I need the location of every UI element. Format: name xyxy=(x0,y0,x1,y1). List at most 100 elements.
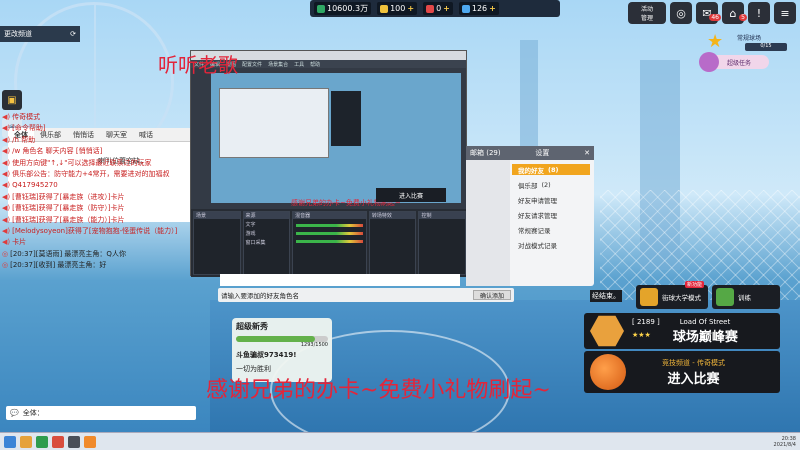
add-friend-bar: 请输入要添加的好友角色名 确认添加 xyxy=(218,288,514,302)
top-stat-bar: 10600.3万 100 + 0 + 126 + xyxy=(310,0,560,17)
app-icon[interactable] xyxy=(52,435,64,448)
chat-message: ◀) Q417945270 xyxy=(2,180,202,191)
source-item[interactable]: 窗口采集 xyxy=(244,237,290,248)
close-icon[interactable]: ✕ xyxy=(584,149,590,157)
chat-message: ◀) 卡片 xyxy=(2,237,202,248)
source-item[interactable]: 文字 xyxy=(244,219,290,230)
chat-message: ◎ [20:37][收到] 最漂亮主角：好 xyxy=(2,260,202,271)
mail-icon[interactable]: ✉ 46 xyxy=(696,2,721,24)
dock-mixer[interactable]: 混音器 xyxy=(292,211,367,275)
training-icon xyxy=(716,288,734,306)
source-item[interactable]: 游戏 xyxy=(244,230,290,237)
speaker-icon: ◀) xyxy=(2,227,11,236)
stream-title-overlay: 听听老歌 xyxy=(158,53,238,77)
obs-menu-item[interactable]: 帮助 xyxy=(310,61,320,68)
audio-meter xyxy=(296,232,363,235)
stream-subtitle-overlay: 感谢兄弟的办卡~免费小礼物刷起~ xyxy=(206,378,551,403)
dock-controls[interactable]: 控制 xyxy=(418,211,466,275)
chat-message: ◀) 俱乐部公告：防守能力+4常开，需要进对的加福叔 xyxy=(2,169,202,180)
obs-window[interactable]: 文件 编辑 视图 配置文件 场景集合 工具 帮助 感谢兄弟的办卡~免费小礼物刷起~ 进入比赛… xyxy=(190,50,468,277)
dock-sources[interactable]: 来源 文字 游戏 窗口采集 xyxy=(242,211,291,275)
chat-message: ◀) [Melodysoyeon]获得了[宠物抱抱-怪蛋传说（能力）] xyxy=(2,226,202,237)
obs-preview: 感谢兄弟的办卡~免费小礼物刷起~ 进入比赛 xyxy=(211,73,461,207)
taskbar-clock: 20:38 2021/8/4 xyxy=(773,435,796,448)
obs-docks: 场景 来源 文字 游戏 窗口采集 混音器 转场特效 控制 xyxy=(191,209,468,277)
mail-badge: 46 xyxy=(709,14,721,21)
enter-match-button[interactable]: 竞技频道 - 传奇模式 进入比赛 xyxy=(584,351,780,393)
ladder-rating: [ 2189 ] xyxy=(632,317,660,326)
season-progress xyxy=(236,336,328,342)
dock-transitions[interactable]: 转场特效 xyxy=(368,211,417,275)
settings-menu-item[interactable]: 我的好友 (8) xyxy=(512,164,590,175)
notice-icon[interactable]: ! xyxy=(748,2,770,24)
start-icon[interactable] xyxy=(4,435,16,448)
refresh-icon: ⟳ xyxy=(70,30,76,38)
obs-menu-item[interactable]: 配置文件 xyxy=(242,61,262,68)
settings-menu-item[interactable]: 常规赛记录 xyxy=(512,224,590,235)
phone-icon[interactable]: ▣ xyxy=(2,90,22,110)
store-icon[interactable]: ⌂ 5 xyxy=(722,2,747,24)
add-coins-icon[interactable]: + xyxy=(407,4,414,13)
audio-meter xyxy=(296,224,363,227)
chat-input[interactable]: 💬 全体： xyxy=(6,406,196,420)
speaker-icon: ◀) xyxy=(2,181,11,190)
speaker-icon: ◀) xyxy=(2,113,11,121)
season-line1: 斗鱼骗叔973419! xyxy=(236,351,297,359)
settings-menu-item[interactable]: 好友申请管理 xyxy=(512,194,590,205)
speaker-icon: ◀) xyxy=(2,170,11,179)
add-tickets-icon[interactable]: + xyxy=(489,4,496,13)
windows-taskbar: 20:38 2021/8/4 xyxy=(0,432,800,450)
chat-message: ◀)/h 帮助 xyxy=(2,135,202,146)
coin-icon xyxy=(380,4,389,13)
friends-settings-panel: 邮箱 (29) 设置 ✕ 我的好友 (8) 俱乐部 (2) 好友申请管理 好友请求管理 常规… xyxy=(466,146,594,286)
rating-stars: ★★★ xyxy=(632,331,651,339)
super-task-button[interactable]: 超级任务 xyxy=(699,52,769,72)
speaker-icon: ◀) xyxy=(2,147,11,156)
speaker-icon: ◀) xyxy=(2,215,11,224)
gear-icon xyxy=(699,52,719,72)
obs-menu-item[interactable]: 工具 xyxy=(294,61,304,68)
chat-message: ◀) 使用方向键"↑,↓"可以选择最近联系过的玩家 xyxy=(2,158,202,169)
settings-menu-item[interactable]: 对战模式记录 xyxy=(512,239,590,250)
coins[interactable]: 100 + xyxy=(377,2,418,15)
star-icon: ★ xyxy=(707,31,724,52)
basketball-icon xyxy=(590,354,626,390)
street-university-button[interactable]: 街球大学模式 新功能 xyxy=(636,281,708,309)
training-button[interactable]: 训练 xyxy=(712,285,780,309)
gems[interactable]: 0 + xyxy=(423,2,453,15)
change-channel-button[interactable]: 更改频道 ⟳ xyxy=(0,26,80,42)
game-taskbar-icon[interactable] xyxy=(84,435,96,448)
chat-log: ◀) 传奇模式 ◀) [命令帮助] ◀)/h 帮助 ◀)/w 角色名 聊天内容 [悄悄话]… xyxy=(2,112,202,272)
chat-message: ◀) [命令帮助] xyxy=(2,123,202,134)
add-gems-icon[interactable]: + xyxy=(443,4,450,13)
speaker-icon: ◀) xyxy=(2,192,11,201)
confirm-add-button[interactable]: 确认添加 xyxy=(472,290,511,300)
tickets[interactable]: 126 + xyxy=(458,2,499,15)
event-manager-button[interactable]: 活动 管理 xyxy=(628,2,666,24)
settings-menu-item[interactable]: 好友请求管理 xyxy=(512,209,590,220)
season-title: 超级新秀 xyxy=(236,322,268,331)
preview-nested-window xyxy=(219,88,329,158)
chat-message: ◀) 传奇模式 xyxy=(2,112,202,123)
explorer-icon[interactable] xyxy=(20,435,32,448)
obs-menu-item[interactable]: 场景集合 xyxy=(268,61,288,68)
points-icon xyxy=(317,4,325,13)
ladder-match-button[interactable]: [ 2189 ] Load Of Street ★★★ 球场巅峰赛 xyxy=(584,313,780,349)
settings-menu-item[interactable]: 俱乐部 (2) xyxy=(512,179,590,190)
end-label: 经结束。 xyxy=(590,290,622,302)
trophy-icon[interactable]: ◎ xyxy=(670,2,692,24)
speaker-icon: ◀) xyxy=(2,238,11,247)
obs-taskbar-icon[interactable] xyxy=(68,435,80,448)
search-entry-strip xyxy=(220,274,460,286)
dock-scenes[interactable]: 场景 xyxy=(193,211,241,275)
chat-user-icon: ◎ xyxy=(2,249,9,258)
add-friend-input[interactable]: 请输入要添加的好友角色名 xyxy=(221,290,299,300)
settings-side-strip xyxy=(466,160,510,286)
menu-icon[interactable]: ≡ xyxy=(774,2,796,24)
chat-bubble-icon: 💬 xyxy=(10,409,19,417)
tab-mail[interactable]: 邮箱 xyxy=(470,149,484,157)
app-icon[interactable] xyxy=(36,435,48,448)
chat-message: ◀) [曹钰瑞]获得了[暴走族（进攻）]卡片 xyxy=(2,192,202,203)
chat-message: ◎ [20:37][莫语雨] 最漂亮主角：Q人你 xyxy=(2,249,202,260)
chat-message: ◀)/w 角色名 聊天内容 [悄悄话] xyxy=(2,146,202,157)
